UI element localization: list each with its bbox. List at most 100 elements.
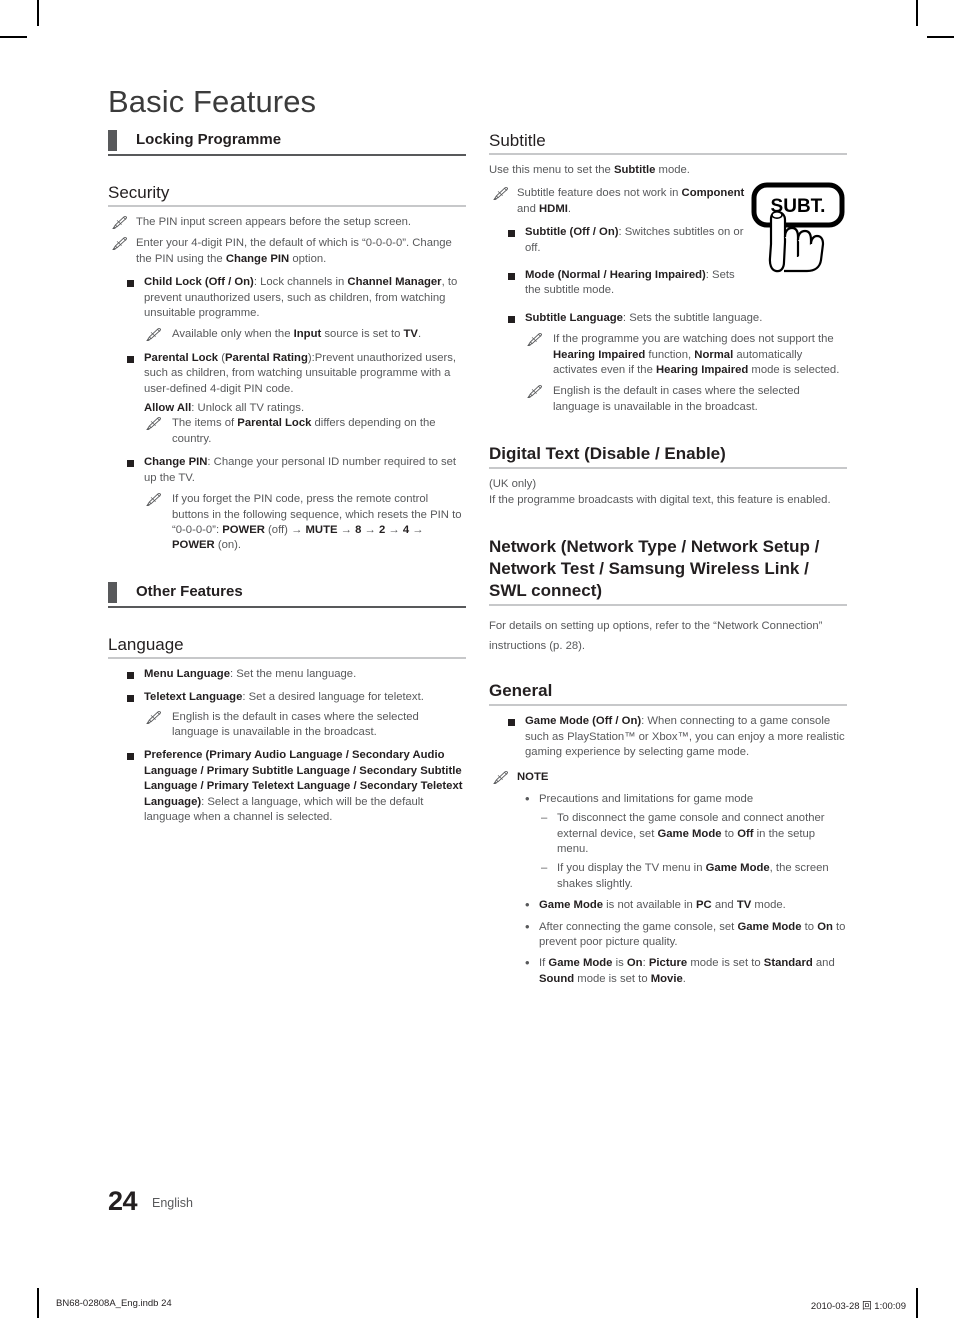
emphasis-parental-rating: Parental Rating — [225, 351, 308, 364]
list-item: Available only when the Input source is … — [108, 327, 466, 342]
list-item-text-tail: . — [682, 972, 686, 985]
page-title: Basic Features — [108, 84, 317, 119]
list-item-text-tail: . — [417, 328, 422, 341]
emphasis-on-2: On — [626, 957, 643, 970]
list-item-text-5: → — [409, 523, 424, 536]
list-item: After connecting the game console, set G… — [489, 919, 847, 951]
footer-file-reference: BN68-02808A_Eng.indb 24 — [56, 1298, 172, 1309]
list-item-text: After connecting the game console, set — [539, 920, 738, 933]
term-allow-all: Allow All — [144, 402, 192, 415]
footer-timestamp: 2010-03-28 回 1:00:09 — [810, 1301, 906, 1312]
term-subtitle-off-on: Subtitle (Off / On) — [525, 226, 619, 239]
security-list: The PIN input screen appears before the … — [108, 215, 466, 554]
list-item-text-3: mode is set to — [687, 957, 764, 970]
note-heading: NOTE — [489, 770, 847, 785]
pencil-note-icon — [146, 710, 162, 724]
emphasis-picture: Picture — [648, 957, 688, 970]
list-item: Subtitle Language: Sets the subtitle lan… — [489, 311, 847, 326]
list-item: Enter your 4-digit PIN, the default of w… — [108, 236, 466, 267]
emphasis-mute: MUTE — [305, 523, 338, 536]
pencil-note-icon — [146, 493, 162, 507]
list-item: English is the default in cases where th… — [108, 710, 466, 741]
pencil-note-icon — [493, 771, 509, 785]
subtitle-intro: Use this menu to set the Subtitle mode. — [489, 163, 847, 178]
list-item: Teletext Language: Set a desired languag… — [108, 690, 466, 705]
pencil-note-icon — [527, 333, 543, 347]
list-item-text-1: function, — [645, 348, 695, 361]
list-item-text: : Set the menu language. — [229, 667, 357, 680]
pencil-note-icon — [146, 328, 162, 342]
digital-text-line-1: (UK only) — [489, 478, 537, 491]
emphasis-input: Input — [293, 328, 322, 341]
emphasis-standard: Standard — [763, 957, 813, 970]
list-item-text-1: (off) → — [264, 523, 306, 536]
pencil-note-icon — [112, 237, 128, 251]
pencil-note-icon — [493, 187, 509, 201]
emphasis-game-mode-5: Game Mode — [548, 957, 613, 970]
heading-general: General — [489, 680, 847, 707]
emphasis-channel-manager: Channel Manager — [347, 276, 442, 289]
emphasis-normal: Normal — [694, 348, 734, 361]
emphasis-game-mode-4: Game Mode — [737, 920, 802, 933]
term-teletext-language: Teletext Language — [144, 691, 243, 704]
list-item-text-tail: mode. — [751, 899, 786, 912]
left-column: Locking Programme Security The PIN input… — [108, 130, 466, 825]
list-item-text-tail: option. — [289, 252, 327, 265]
term-mode-normal-hearing-impaired: Mode (Normal / Hearing Impaired) — [525, 269, 706, 282]
term-menu-language: Menu Language — [144, 667, 230, 680]
emphasis-hearing-impaired: Hearing Impaired — [553, 348, 646, 361]
list-item: Allow All: Unlock all TV ratings. — [108, 401, 466, 416]
term-game-mode: Game Mode (Off / On) — [525, 715, 642, 728]
list-item-text-mid: to — [801, 920, 818, 933]
right-column: SUBT. Subtitle Use this menu to set the … — [489, 130, 847, 987]
list-item-text-mid: and — [517, 202, 539, 215]
heading-network: Network (Network Type / Network Setup / … — [489, 536, 847, 607]
emphasis-power-2: POWER — [172, 539, 215, 552]
list-item-text-tail: (on). — [214, 539, 242, 552]
section-band-locking-programme: Locking Programme — [108, 130, 466, 156]
emphasis-power: POWER — [222, 523, 265, 536]
list-item-text-tail: . — [567, 202, 572, 215]
emphasis-hearing-impaired-2: Hearing Impaired — [656, 364, 749, 377]
general-list: Game Mode (Off / On): When connecting to… — [489, 714, 847, 760]
list-item: Menu Language: Set the menu language. — [108, 667, 466, 682]
list-item: Change PIN: Change your personal ID numb… — [108, 455, 466, 486]
heading-security: Security — [108, 182, 466, 207]
list-item-text: Available only when the — [172, 328, 294, 341]
emphasis-movie: Movie — [650, 972, 683, 985]
list-item-text-tail: mode is selected. — [748, 364, 840, 377]
list-item-text-1: is — [612, 957, 627, 970]
list-item: Parental Lock (Parental Rating):Prevent … — [108, 351, 466, 397]
list-item-text: If the programme you are watching does n… — [553, 333, 834, 346]
list-item-text: Subtitle feature does not work in — [517, 187, 682, 200]
list-item-text: : Lock channels in — [253, 276, 348, 289]
list-item-text: If you display the TV menu in — [557, 862, 706, 875]
list-item-text-mid: to — [721, 827, 738, 840]
section-band-label: Locking Programme — [136, 131, 282, 148]
pencil-note-icon — [527, 385, 543, 399]
emphasis-hdmi: HDMI — [539, 202, 568, 215]
note-label: NOTE — [517, 771, 549, 784]
emphasis-game-mode: Game Mode — [657, 827, 722, 840]
page-language-label: English — [152, 1196, 193, 1210]
list-item: Subtitle feature does not work in Compon… — [489, 186, 847, 217]
list-item: Subtitle (Off / On): Switches subtitles … — [489, 225, 847, 256]
list-item: Game Mode (Off / On): When connecting to… — [489, 714, 847, 760]
list-item: Child Lock (Off / On): Lock channels in … — [108, 275, 466, 321]
list-item-text: : Set a desired language for teletext. — [242, 691, 424, 704]
list-item: If you display the TV menu in Game Mode,… — [489, 861, 847, 892]
list-item-text: English is the default in cases where th… — [172, 710, 419, 738]
list-item-text-4: and — [812, 957, 835, 970]
emphasis-pc: PC — [695, 899, 712, 912]
list-item: The PIN input screen appears before the … — [108, 215, 466, 230]
list-item: The items of Parental Lock differs depen… — [108, 416, 466, 447]
manual-page: Basic Features Locking Programme Securit… — [0, 0, 954, 1324]
emphasis-on: On — [817, 920, 833, 933]
list-item-text-mid: source is set to — [321, 328, 404, 341]
emphasis-component: Component — [681, 187, 745, 200]
list-item-text-4: → — [385, 523, 403, 536]
emphasis-game-mode-2: Game Mode — [705, 862, 770, 875]
heading-subtitle: Subtitle — [489, 130, 847, 155]
list-item-text: ( — [218, 351, 225, 364]
heading-digital-text: Digital Text (Disable / Enable) — [489, 443, 847, 470]
